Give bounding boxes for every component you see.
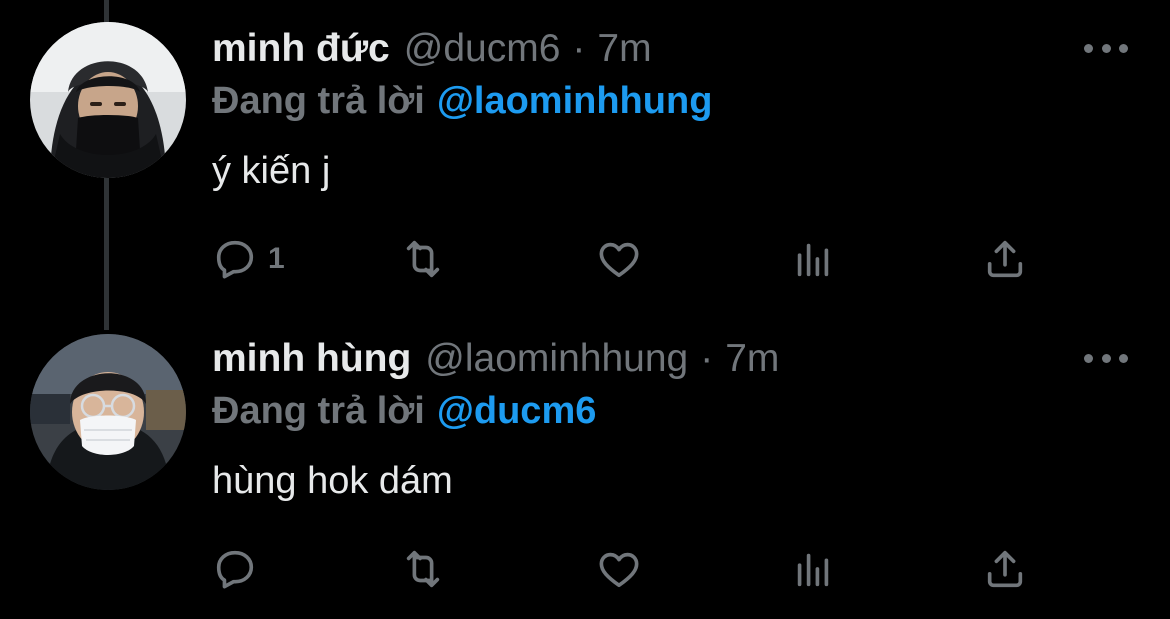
separator-dot: · xyxy=(700,337,714,380)
retweet-button[interactable] xyxy=(400,544,446,594)
tweet-header: minh hùng @laominhhung · 7m xyxy=(212,334,779,384)
display-name[interactable]: minh hùng xyxy=(212,334,411,384)
reply-button[interactable] xyxy=(212,544,268,594)
tweet-thread: minh đức @ducm6 · 7m Đang trả lời @laomin… xyxy=(0,0,1170,619)
timestamp[interactable]: 7m xyxy=(597,24,651,74)
reply-icon xyxy=(216,550,254,589)
tweet-text: ý kiến j xyxy=(212,150,331,192)
like-button[interactable] xyxy=(596,544,642,594)
avatar-photo xyxy=(30,22,186,178)
retweet-button[interactable] xyxy=(400,234,446,284)
share-icon xyxy=(987,240,1023,278)
like-button[interactable] xyxy=(596,234,642,284)
retweet-icon xyxy=(406,240,440,278)
user-handle[interactable]: @ducm6 xyxy=(404,24,561,74)
tweet[interactable]: minh hùng @laominhhung · 7m Đang trả lời… xyxy=(0,310,1170,619)
more-dot xyxy=(1119,353,1128,363)
like-icon xyxy=(599,552,639,588)
avatar-photo xyxy=(30,334,186,490)
share-icon xyxy=(987,550,1023,588)
retweet-icon xyxy=(406,550,440,588)
more-dot xyxy=(1084,43,1093,53)
analytics-icon xyxy=(797,553,829,587)
avatar[interactable] xyxy=(30,22,186,178)
replying-to: Đang trả lời @ducm6 xyxy=(212,388,596,434)
reply-count: 1 xyxy=(268,242,285,275)
analytics-icon xyxy=(797,243,829,277)
timestamp[interactable]: 7m xyxy=(725,334,779,384)
display-name[interactable]: minh đức xyxy=(212,24,390,74)
replying-to-label: Đang trả lời xyxy=(212,80,425,122)
replying-to-label: Đang trả lời xyxy=(212,390,425,432)
tweet-text: hùng hok dám xyxy=(212,460,453,502)
reply-icon xyxy=(216,240,254,279)
more-icon[interactable] xyxy=(1084,346,1128,370)
share-button[interactable] xyxy=(982,234,1028,284)
analytics-button[interactable] xyxy=(790,234,836,284)
reply-button[interactable]: 1 xyxy=(212,234,285,284)
replying-to: Đang trả lời @laominhhung xyxy=(212,78,712,124)
tweet-header: minh đức @ducm6 · 7m xyxy=(212,24,652,74)
avatar[interactable] xyxy=(30,334,186,490)
more-dot xyxy=(1119,43,1128,53)
more-dot xyxy=(1084,353,1093,363)
replying-to-handle[interactable]: @laominhhung xyxy=(437,80,713,122)
tweet-actions: 1 xyxy=(212,234,1042,284)
user-handle[interactable]: @laominhhung xyxy=(425,334,688,384)
tweet-actions xyxy=(212,544,1042,594)
tweet[interactable]: minh đức @ducm6 · 7m Đang trả lời @laomin… xyxy=(0,0,1170,310)
like-icon xyxy=(599,242,639,278)
more-dot xyxy=(1101,353,1111,363)
separator-dot: · xyxy=(572,27,586,70)
share-button[interactable] xyxy=(982,544,1028,594)
analytics-button[interactable] xyxy=(790,544,836,594)
more-icon[interactable] xyxy=(1084,36,1128,60)
replying-to-handle[interactable]: @ducm6 xyxy=(437,390,597,432)
more-dot xyxy=(1101,43,1111,53)
